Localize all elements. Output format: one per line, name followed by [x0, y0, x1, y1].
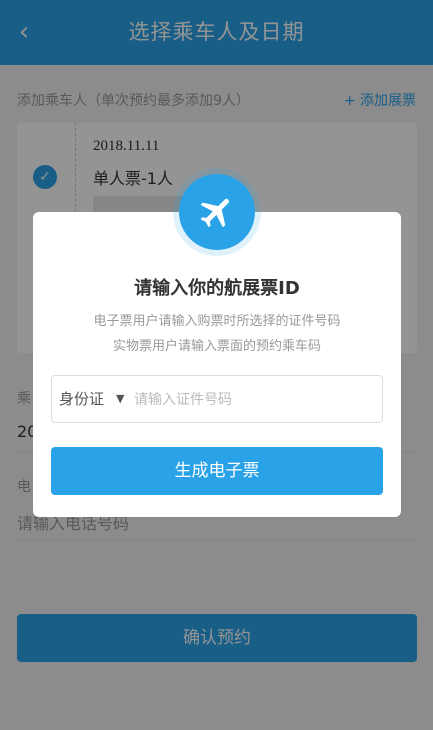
dialog-subtitle-1: 电子票用户请输入购票时所选择的证件号码 [93, 314, 341, 329]
ticket-id-dialog: 请输入你的航展票ID 电子票用户请输入购票时所选择的证件号码 实物票用户请输入票… [33, 174, 401, 517]
id-number-input[interactable] [132, 384, 376, 416]
dialog-subtitle-2: 实物票用户请输入票面的预约乘车码 [112, 339, 321, 354]
caret-down-icon[interactable]: ▼ [116, 376, 124, 422]
id-input-group: 身份证 ▼ [51, 375, 383, 423]
airplane-icon [179, 174, 255, 250]
dialog-title: 请输入你的航展票ID [134, 278, 300, 299]
id-type-select[interactable]: 身份证 [59, 376, 104, 422]
generate-eticket-button[interactable]: 生成电子票 [51, 447, 383, 495]
